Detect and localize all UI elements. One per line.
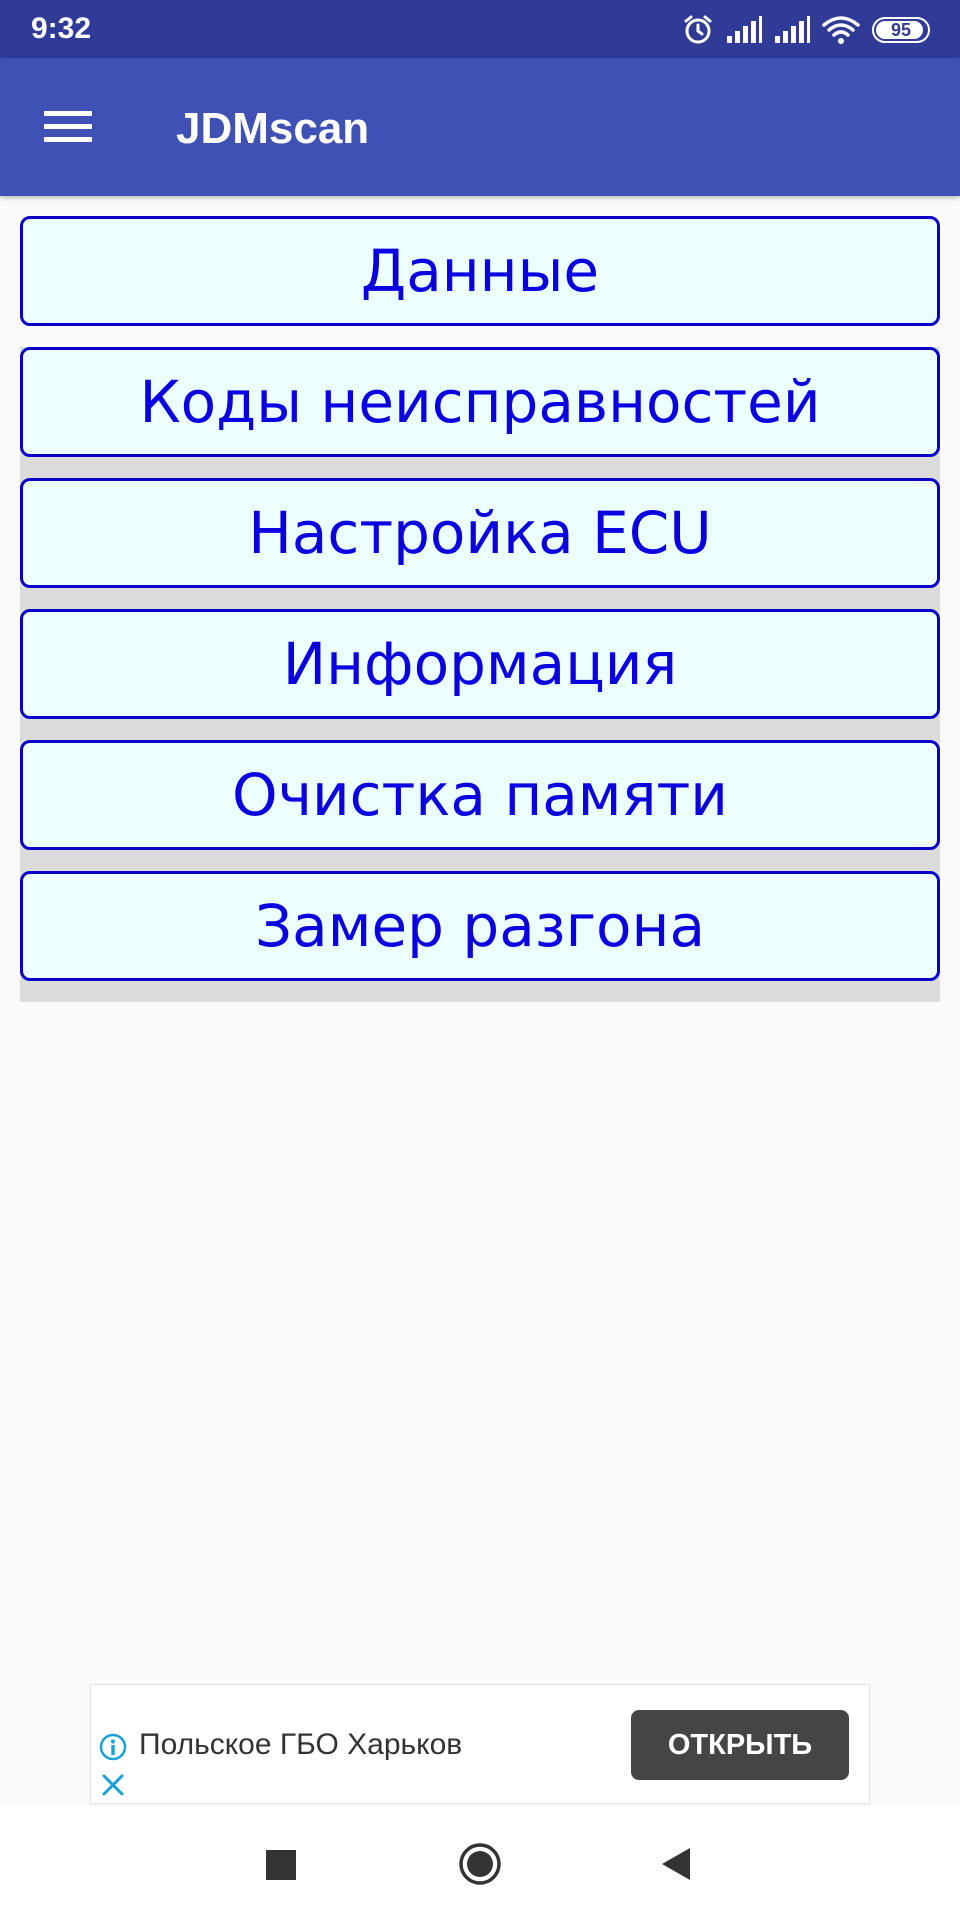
- hamburger-menu-icon[interactable]: [44, 108, 92, 144]
- wifi-icon: [822, 16, 860, 44]
- fault-codes-button[interactable]: Коды неисправностей: [20, 347, 940, 457]
- app-title: JDMscan: [176, 104, 370, 153]
- battery-icon: 95: [872, 17, 930, 43]
- information-button[interactable]: Информация: [20, 609, 940, 719]
- home-icon[interactable]: [458, 1842, 502, 1886]
- ad-banner[interactable]: Польское ГБО Харьков ОТКРЫТЬ: [90, 1684, 870, 1804]
- menu-row: Коды неисправностей: [20, 347, 940, 478]
- alarm-icon: [684, 15, 712, 44]
- info-icon[interactable]: [99, 1733, 127, 1761]
- menu-row: Настройка ECU: [20, 478, 940, 609]
- main-menu-list: Данные Коды неисправностей Настройка ECU…: [20, 216, 940, 1002]
- data-button[interactable]: Данные: [20, 216, 940, 326]
- ad-text[interactable]: Польское ГБО Харьков: [139, 1727, 462, 1763]
- signal-icon: [727, 16, 762, 43]
- clear-memory-button[interactable]: Очистка памяти: [20, 740, 940, 850]
- menu-row: Информация: [20, 609, 940, 740]
- navigation-bar: [0, 1806, 960, 1920]
- close-icon[interactable]: [99, 1771, 127, 1799]
- menu-row: Данные: [20, 216, 940, 347]
- back-icon[interactable]: [660, 1846, 692, 1882]
- battery-level: 95: [890, 20, 912, 40]
- acceleration-test-button[interactable]: Замер разгона: [20, 871, 940, 981]
- status-bar: 9:32 95: [0, 0, 960, 58]
- signal-icon: [775, 16, 810, 43]
- ecu-settings-button[interactable]: Настройка ECU: [20, 478, 940, 588]
- menu-row: Очистка памяти: [20, 740, 940, 871]
- ad-open-button[interactable]: ОТКРЫТЬ: [631, 1710, 849, 1780]
- status-icons: 95: [682, 12, 930, 48]
- menu-row: Замер разгона: [20, 871, 940, 1002]
- status-time: 9:32: [31, 12, 92, 45]
- app-bar: JDMscan: [0, 58, 960, 196]
- recent-apps-icon[interactable]: [266, 1850, 296, 1880]
